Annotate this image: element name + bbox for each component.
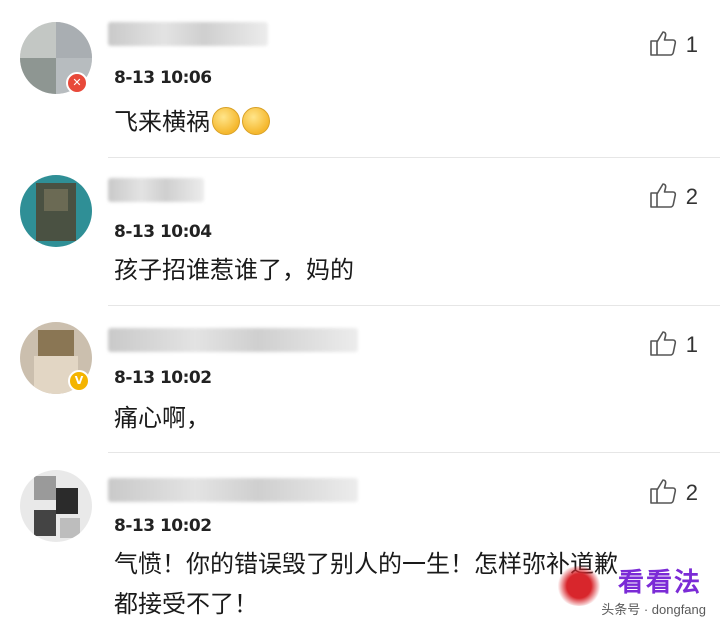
comment-text: 痛心啊， bbox=[114, 404, 210, 432]
watermark-brand: 看看法 bbox=[617, 567, 702, 597]
divider bbox=[108, 157, 720, 158]
avatar[interactable] bbox=[20, 470, 92, 542]
thumbs-up-icon bbox=[648, 476, 678, 510]
like-button[interactable]: 2 bbox=[648, 180, 698, 214]
comment-time: 8-13 10:06 bbox=[114, 68, 212, 88]
thumbs-up-icon bbox=[648, 180, 678, 214]
like-button[interactable]: 1 bbox=[648, 328, 698, 362]
comment-text-line: 气愤！你的错误毁了别人的一生！怎样弥补道歉 bbox=[114, 550, 618, 578]
comment-time: 8-13 10:02 bbox=[114, 516, 212, 536]
username-blurred[interactable] bbox=[108, 478, 358, 502]
comment-time: 8-13 10:02 bbox=[114, 368, 212, 388]
watermark-url: 头条号 · dongfang bbox=[601, 599, 706, 618]
divider bbox=[108, 305, 720, 306]
watermark-splash bbox=[556, 566, 602, 606]
like-button[interactable]: 1 bbox=[648, 28, 698, 62]
username-blurred[interactable] bbox=[108, 178, 204, 202]
like-count: 2 bbox=[685, 480, 698, 505]
sad-face-emoji-icon bbox=[242, 107, 270, 135]
divider bbox=[108, 452, 720, 453]
like-count: 1 bbox=[685, 32, 698, 57]
thumbs-up-icon bbox=[648, 328, 678, 362]
comment-text-line: 都接受不了！ bbox=[114, 590, 258, 618]
avatar[interactable] bbox=[20, 175, 92, 247]
like-count: 1 bbox=[685, 332, 698, 357]
comment-text: 气愤！你的错误毁了别人的一生！怎样弥补道歉 都接受不了！ bbox=[114, 544, 618, 624]
user-badge-icon: ✕ bbox=[66, 72, 88, 94]
comment-text-content: 飞来横祸 bbox=[114, 108, 210, 136]
like-count: 2 bbox=[685, 184, 698, 209]
like-button[interactable]: 2 bbox=[648, 476, 698, 510]
sad-face-emoji-icon bbox=[212, 107, 240, 135]
username-blurred[interactable] bbox=[108, 22, 268, 46]
watermark: 看看法 头条号 · dongfang bbox=[556, 562, 706, 620]
verified-badge-icon: V bbox=[68, 370, 90, 392]
comment-time: 8-13 10:04 bbox=[114, 222, 212, 242]
username-blurred[interactable] bbox=[108, 328, 358, 352]
comment-text: 飞来横祸 bbox=[114, 102, 270, 142]
comment-text: 孩子招谁惹谁了，妈的 bbox=[114, 256, 354, 284]
thumbs-up-icon bbox=[648, 28, 678, 62]
